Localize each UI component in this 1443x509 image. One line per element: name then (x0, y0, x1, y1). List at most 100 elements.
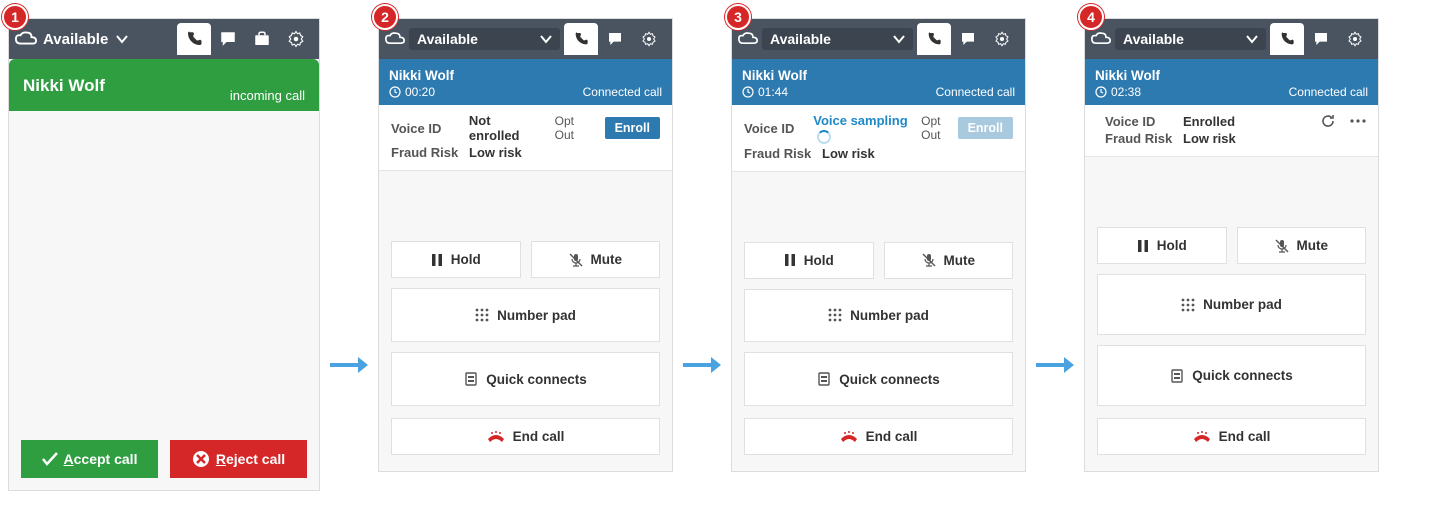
mute-button[interactable]: Mute (1237, 227, 1367, 264)
contacts-icon (817, 372, 831, 386)
arrow-icon (673, 355, 731, 375)
end-call-button[interactable]: End call (391, 418, 660, 455)
end-call-label: End call (866, 429, 918, 444)
ccp-panel-connected: Available Nikki Wolf 02:38 Connected cal… (1084, 18, 1379, 472)
voice-id-label: Voice ID (391, 121, 459, 136)
chevron-down-icon (540, 34, 552, 44)
top-bar: Available (1085, 19, 1378, 59)
mute-label: Mute (944, 253, 976, 268)
caller-name: Nikki Wolf (1095, 68, 1160, 83)
fraud-risk-label: Fraud Risk (391, 145, 459, 160)
connected-label: Connected call (936, 85, 1015, 99)
agent-status-selector[interactable]: Available (409, 28, 560, 50)
check-icon (42, 452, 58, 466)
status-label: Available (1123, 31, 1184, 47)
settings-icon[interactable] (632, 23, 666, 55)
tab-phone[interactable] (917, 23, 951, 55)
cloud-icon (15, 31, 37, 47)
agent-status-selector[interactable]: Available (762, 28, 913, 50)
quick-connects-button[interactable]: Quick connects (1097, 345, 1366, 406)
quick-connects-label: Quick connects (839, 372, 940, 387)
step-badge: 4 (1078, 4, 1104, 30)
voice-id-value: Enrolled (1183, 114, 1235, 129)
tab-chat[interactable] (598, 23, 632, 55)
pause-icon (1137, 239, 1149, 253)
end-call-label: End call (1219, 429, 1271, 444)
hold-button[interactable]: Hold (744, 242, 874, 279)
opt-out-link[interactable]: Opt Out (555, 114, 597, 142)
number-pad-button[interactable]: Number pad (391, 288, 660, 342)
settings-icon[interactable] (1338, 23, 1372, 55)
contacts-icon (464, 372, 478, 386)
cloud-icon (385, 32, 405, 46)
arrow-icon (1026, 355, 1084, 375)
number-pad-button[interactable]: Number pad (1097, 274, 1366, 335)
settings-icon[interactable] (985, 23, 1019, 55)
voice-id-label: Voice ID (1105, 114, 1173, 129)
settings-icon[interactable] (279, 23, 313, 55)
connected-label: Connected call (583, 85, 662, 99)
quick-connects-button[interactable]: Quick connects (391, 352, 660, 406)
step-badge: 2 (372, 4, 398, 30)
reject-call-button[interactable]: Reject call (170, 440, 307, 478)
accept-call-button[interactable]: Accept call (21, 440, 158, 478)
step-badge: 3 (725, 4, 751, 30)
mute-label: Mute (1297, 238, 1329, 253)
enroll-button[interactable]: Enroll (605, 117, 660, 139)
top-bar: Available (9, 19, 319, 59)
quick-connects-label: Quick connects (486, 372, 587, 387)
cloud-icon (1091, 32, 1111, 46)
tab-chat[interactable] (211, 23, 245, 55)
end-call-button[interactable]: End call (1097, 418, 1366, 455)
connected-label: Connected call (1289, 85, 1368, 99)
call-timer: 01:44 (758, 85, 788, 99)
voice-id-value: Voice sampling (813, 113, 911, 144)
call-timer: 00:20 (405, 85, 435, 99)
hold-button[interactable]: Hold (1097, 227, 1227, 264)
caller-name: Nikki Wolf (23, 76, 105, 96)
hold-button[interactable]: Hold (391, 241, 521, 278)
tab-phone[interactable] (1270, 23, 1304, 55)
clock-icon (389, 86, 401, 98)
top-bar: Available (379, 19, 672, 59)
tab-phone[interactable] (177, 23, 211, 55)
hangup-icon (487, 431, 505, 443)
tab-chat[interactable] (951, 23, 985, 55)
hold-label: Hold (451, 252, 481, 267)
number-pad-button[interactable]: Number pad (744, 289, 1013, 343)
tab-tasks[interactable] (245, 23, 279, 55)
mute-label: Mute (591, 252, 623, 267)
dialpad-icon (1181, 298, 1195, 312)
mute-icon (922, 253, 936, 267)
voice-id-block: Voice ID Enrolled Fraud Risk Low risk (1085, 105, 1378, 157)
end-call-button[interactable]: End call (744, 418, 1013, 455)
hold-label: Hold (804, 253, 834, 268)
dialpad-icon (475, 308, 489, 322)
top-bar: Available (732, 19, 1025, 59)
status-label: Available (417, 31, 478, 47)
more-icon[interactable] (1350, 119, 1366, 123)
tab-phone[interactable] (564, 23, 598, 55)
fraud-risk-value: Low risk (1183, 131, 1236, 146)
chevron-down-icon (893, 34, 905, 44)
refresh-icon[interactable] (1320, 113, 1336, 129)
hangup-icon (840, 431, 858, 443)
agent-status-selector[interactable]: Available (1115, 28, 1266, 50)
opt-out-link[interactable]: Opt Out (921, 114, 949, 142)
chevron-down-icon (1246, 34, 1258, 44)
agent-status-selector[interactable]: Available (41, 28, 136, 51)
mute-button[interactable]: Mute (531, 241, 661, 278)
connected-banner: Nikki Wolf 02:38 Connected call (1085, 59, 1378, 105)
quick-connects-button[interactable]: Quick connects (744, 352, 1013, 406)
ccp-panel-connected: Available Nikki Wolf (378, 18, 673, 472)
dialpad-icon (828, 308, 842, 322)
chevron-down-icon (116, 34, 128, 44)
connected-banner: Nikki Wolf 01:44 Connected call (732, 59, 1025, 105)
contacts-icon (1170, 369, 1184, 383)
number-pad-label: Number pad (850, 308, 929, 323)
tab-chat[interactable] (1304, 23, 1338, 55)
clock-icon (742, 86, 754, 98)
mute-button[interactable]: Mute (884, 242, 1014, 279)
fraud-risk-label: Fraud Risk (744, 146, 812, 161)
voice-id-label: Voice ID (744, 121, 803, 136)
